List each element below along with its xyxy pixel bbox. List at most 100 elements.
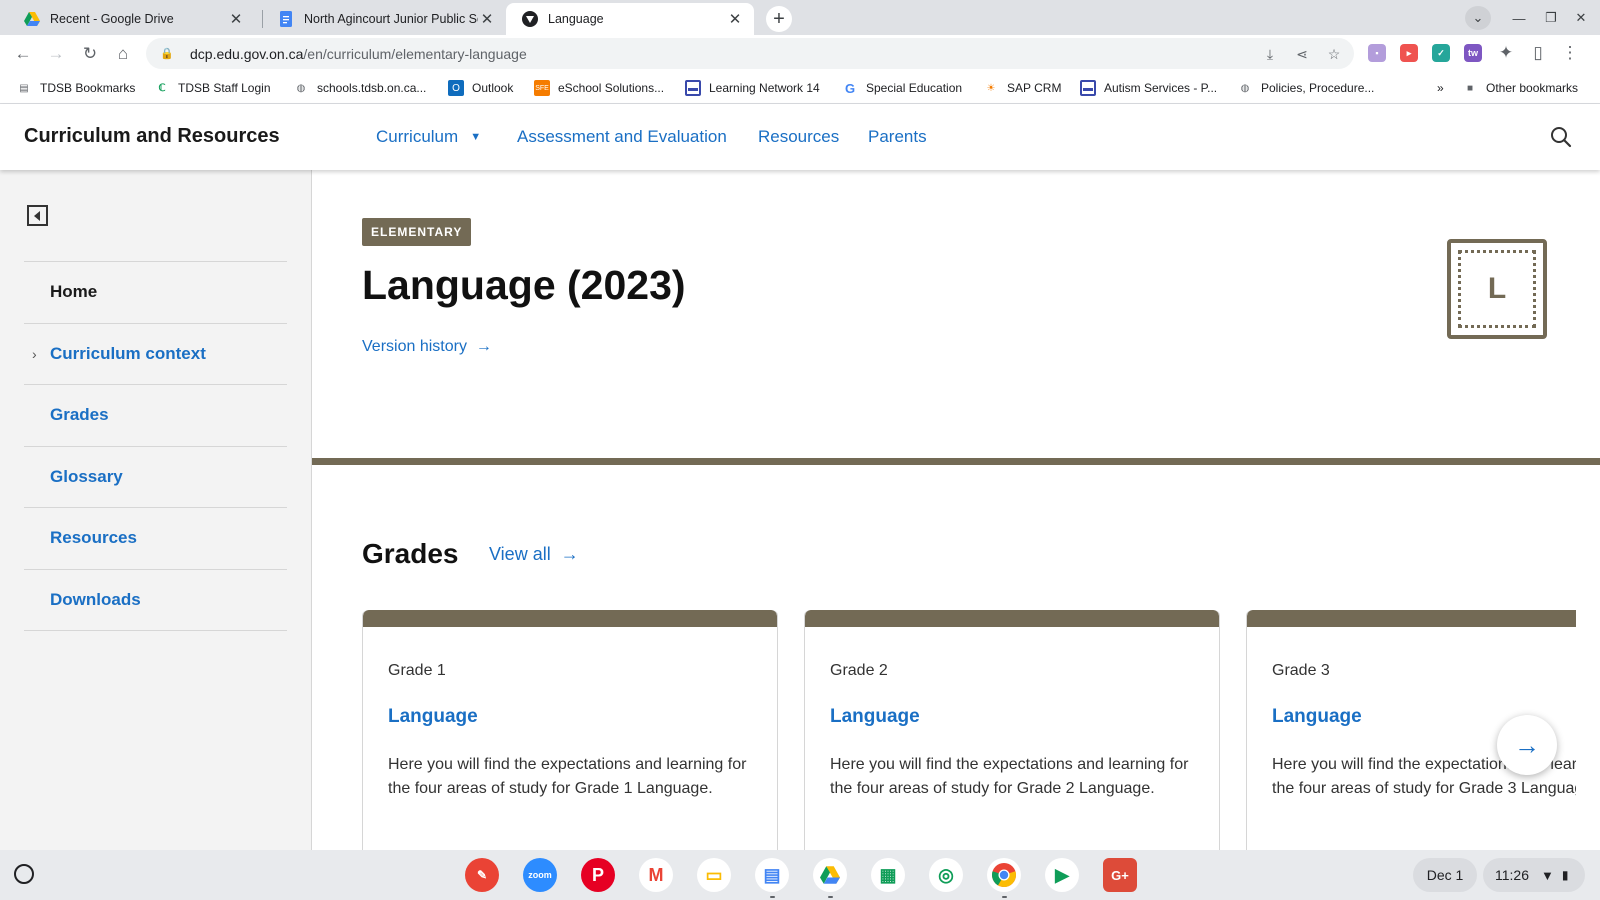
sidebar-item-curriculum-context[interactable]: › Curriculum context: [24, 324, 287, 385]
folder-icon: ▤: [19, 82, 29, 94]
bookmarks-bar: ▤ TDSB Bookmarks ℂ TDSB Staff Login ◍ schoo…: [0, 72, 1600, 104]
version-history-link[interactable]: Version history →: [362, 338, 492, 356]
other-bookmarks[interactable]: ■ Other bookmarks: [1462, 79, 1578, 97]
subject-letter: L: [1487, 272, 1507, 305]
minimize-icon[interactable]: —: [1506, 6, 1532, 30]
canvas-app-icon[interactable]: ✎: [465, 858, 499, 892]
sidebar-nav: Home › Curriculum context Grades Glossary…: [24, 261, 287, 631]
tab-search-chevron-icon[interactable]: ⌄: [1465, 6, 1491, 30]
gmail-app-icon[interactable]: M: [639, 858, 673, 892]
close-tab-icon[interactable]: ✕: [478, 10, 496, 28]
home-icon[interactable]: ⌂: [109, 40, 137, 68]
bookmark-item[interactable]: ☀ SAP CRM: [983, 79, 1062, 97]
card-grade: Grade 3: [1272, 662, 1330, 679]
card-accent-bar: [363, 610, 777, 627]
puzzle-extensions-icon[interactable]: ✦: [1492, 39, 1520, 67]
card-grade: Grade 2: [830, 662, 888, 679]
chrome-app-icon[interactable]: [987, 858, 1021, 892]
bookmark-item[interactable]: ◍ Policies, Procedure...: [1237, 79, 1375, 97]
close-window-icon[interactable]: ✕: [1568, 6, 1594, 30]
browser-tabstrip: Recent - Google Drive ✕ North Agincourt …: [0, 0, 1600, 35]
close-tab-icon[interactable]: ✕: [726, 10, 744, 28]
sidebar-item-resources[interactable]: Resources: [24, 508, 287, 570]
folder-icon: ■: [1466, 82, 1474, 94]
running-indicator: [770, 896, 775, 898]
sidebar-item-grades[interactable]: Grades: [24, 385, 287, 447]
google-drive-app-icon[interactable]: [813, 858, 847, 892]
google-plus-app-icon[interactable]: G+: [1103, 858, 1137, 892]
bookmark-item[interactable]: ▬ Autism Services - P...: [1080, 79, 1217, 97]
forward-arrow-icon[interactable]: →: [42, 40, 70, 68]
bookmark-item[interactable]: G Special Education: [842, 79, 962, 97]
grade-card[interactable]: Grade 2 Language Here you will find the …: [804, 610, 1220, 850]
sidebar-item-downloads[interactable]: Downloads: [24, 570, 287, 631]
section-divider: [312, 458, 1600, 465]
bookmark-item[interactable]: ◍ schools.tdsb.on.ca...: [293, 79, 427, 97]
back-arrow-icon[interactable]: ←: [9, 40, 37, 68]
bookmark-star-icon[interactable]: ☆: [1324, 44, 1344, 64]
nav-parents[interactable]: Parents: [868, 127, 927, 147]
globe-icon: ◍: [296, 82, 306, 94]
tab-google-drive[interactable]: Recent - Google Drive ✕: [8, 3, 255, 35]
sidebar-item-home[interactable]: Home: [24, 262, 287, 324]
google-slides-app-icon[interactable]: ▭: [697, 858, 731, 892]
google-play-app-icon[interactable]: ▶: [1045, 858, 1079, 892]
card-grade: Grade 1: [388, 662, 446, 679]
nav-assessment-and-evaluation[interactable]: Assessment and Evaluation: [517, 127, 727, 147]
arrow-right-icon: →: [471, 338, 492, 355]
reload-icon[interactable]: ↻: [76, 40, 104, 68]
nav-curriculum[interactable]: Curriculum ▼: [376, 127, 481, 147]
date-tray[interactable]: Dec 1: [1413, 858, 1477, 892]
card-subject-link[interactable]: Language: [1272, 706, 1362, 728]
google-sheets-app-icon[interactable]: ▦: [871, 858, 905, 892]
side-panel-icon[interactable]: ▯: [1524, 39, 1552, 67]
new-tab-button[interactable]: +: [766, 6, 792, 32]
system-tray[interactable]: 11:26 ▼ ▮: [1483, 858, 1585, 892]
bookmark-item[interactable]: SFE eSchool Solutions...: [534, 79, 664, 97]
tab-language[interactable]: Language ✕: [506, 3, 754, 35]
os-shelf: ✎ zoom P M ▭ ▤ ▦ ◎ ▶ G+ Dec 1 11:26 ▼ ▮: [0, 850, 1600, 900]
extension-icon[interactable]: ✓: [1432, 44, 1450, 62]
caret-down-icon: ▼: [470, 131, 482, 143]
sidebar-item-glossary[interactable]: Glossary: [24, 447, 287, 508]
grades-heading: Grades: [362, 538, 459, 569]
tdsb-logo-icon: ℂ: [158, 82, 166, 94]
site-title[interactable]: Curriculum and Resources: [24, 125, 280, 148]
tab-north-agincourt[interactable]: North Agincourt Junior Public Sc ✕: [262, 3, 506, 35]
collapse-sidebar-icon[interactable]: [27, 205, 48, 226]
card-subject-link[interactable]: Language: [388, 706, 478, 728]
carousel-next-arrow-icon[interactable]: →: [1497, 715, 1557, 775]
address-bar[interactable]: 🔒 dcp.edu.gov.on.ca/en/curriculum/elemen…: [146, 38, 1354, 69]
bookmark-item[interactable]: ▤ TDSB Bookmarks: [16, 79, 135, 97]
more-menu-icon[interactable]: ⋮: [1556, 39, 1584, 67]
zoom-app-icon[interactable]: zoom: [523, 858, 557, 892]
running-indicator: [828, 896, 833, 898]
eschool-icon: SFE: [534, 80, 550, 96]
grade-card[interactable]: Grade 1 Language Here you will find the …: [362, 610, 778, 850]
close-tab-icon[interactable]: ✕: [227, 10, 245, 28]
bookmark-item[interactable]: ℂ TDSB Staff Login: [154, 79, 271, 97]
pinterest-app-icon[interactable]: P: [581, 858, 615, 892]
extension-icon[interactable]: ▸: [1400, 44, 1418, 62]
bookmarks-overflow-chevron-icon[interactable]: »: [1437, 79, 1444, 97]
card-subject-link[interactable]: Language: [830, 706, 920, 728]
install-app-icon[interactable]: ⤓: [1260, 44, 1280, 64]
view-all-link[interactable]: View all →: [489, 544, 579, 565]
bookmark-item[interactable]: O Outlook: [448, 79, 513, 97]
extension-icon[interactable]: tw: [1464, 44, 1482, 62]
google-docs-app-icon[interactable]: ▤: [755, 858, 789, 892]
tab-title: Recent - Google Drive: [50, 12, 174, 26]
google-icon: G: [844, 80, 856, 96]
app-icon[interactable]: ◎: [929, 858, 963, 892]
launcher-icon[interactable]: [14, 864, 34, 884]
search-icon[interactable]: [1550, 126, 1574, 150]
share-icon[interactable]: ⋖: [1292, 44, 1312, 64]
learning-network-icon: ▬: [685, 80, 701, 96]
restore-window-icon[interactable]: ❐: [1538, 6, 1564, 30]
page-title: Language (2023): [362, 262, 686, 308]
bookmark-item[interactable]: ▬ Learning Network 14: [685, 79, 820, 97]
outlook-icon: O: [448, 80, 464, 96]
extension-icon[interactable]: ▪: [1368, 44, 1386, 62]
nav-resources[interactable]: Resources: [758, 127, 839, 147]
globe-icon: ◍: [1240, 82, 1250, 94]
